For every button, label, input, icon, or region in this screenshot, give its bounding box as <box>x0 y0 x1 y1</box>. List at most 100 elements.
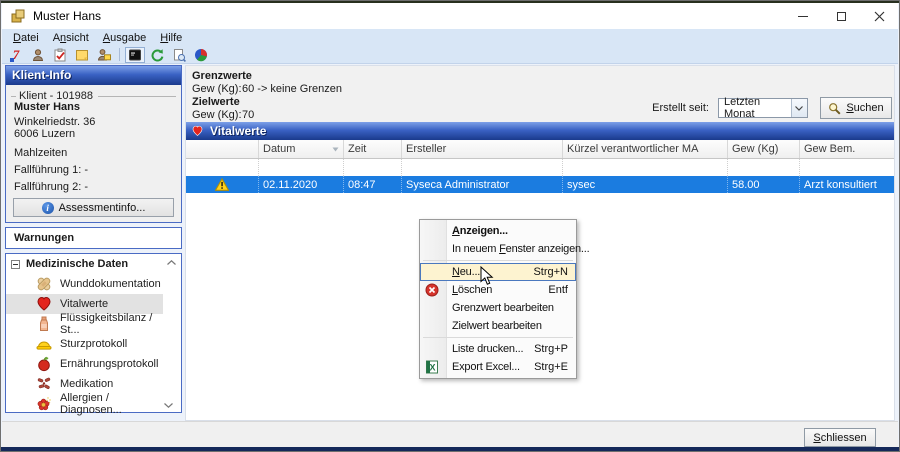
menu-item-export-excel[interactable]: X Export Excel... Strg+E <box>420 358 576 376</box>
heart-icon <box>36 296 52 312</box>
column-header-datum[interactable]: Datum <box>259 140 344 158</box>
row-zeit: 08:47 <box>344 176 402 193</box>
klient-info-panel: Klient-Info Klient - 101988 Muster Hans … <box>5 65 182 223</box>
tree-item-allergien[interactable]: Allergien / Diagnosen... <box>6 394 163 414</box>
tree-item-ernaehrungsprotokoll[interactable]: Ernährungsprotokoll <box>6 354 163 374</box>
tree-item-medikation[interactable]: Medikation <box>6 374 163 394</box>
person-badge-icon[interactable] <box>94 47 114 63</box>
row-gew: 58.00 <box>728 176 800 193</box>
svg-text:X: X <box>430 363 436 373</box>
menu-hilfe[interactable]: Hilfe <box>153 31 189 45</box>
erstellt-seit-combobox[interactable]: Letzten Monat <box>718 98 808 118</box>
menu-ansicht[interactable]: Ansicht <box>46 31 96 45</box>
menu-shortcut: Strg+E <box>524 361 568 373</box>
menu-item-zielwert-bearbeiten[interactable]: Zielwert bearbeiten <box>420 317 576 335</box>
column-header-zeit[interactable]: Zeit <box>344 140 402 158</box>
toolbar-separator <box>119 48 120 61</box>
close-button[interactable] <box>860 3 898 29</box>
zielwert-key: Gew (Kg): <box>192 109 242 122</box>
grid-empty-row <box>186 159 894 176</box>
pie-chart-icon[interactable] <box>191 47 211 63</box>
klient-meals-label: Mahlzeiten <box>14 147 175 159</box>
excel-icon: X <box>425 360 439 374</box>
grid-header-row: Datum Zeit Ersteller Kürzel verantwortli… <box>186 140 894 159</box>
delete-icon <box>425 283 439 297</box>
tree-item-vitalwerte[interactable]: Vitalwerte <box>6 294 163 314</box>
notes-icon[interactable] <box>72 47 92 63</box>
toolbar: 7 <box>2 46 898 64</box>
print-preview-icon[interactable] <box>169 47 189 63</box>
row-datum: 02.11.2020 <box>259 176 344 193</box>
suchen-button[interactable]: Suchen <box>820 97 892 119</box>
column-header-kuerzel[interactable]: Kürzel verantwortlicher MA <box>563 140 728 158</box>
menu-item-liste-drucken[interactable]: Liste drucken... Strg+P <box>420 340 576 358</box>
limits-block: Grenzwerte Gew (Kg): 60 -> keine Grenzen… <box>192 70 342 122</box>
tree-item-label: Ernährungsprotokoll <box>60 358 158 370</box>
window-controls <box>784 3 898 29</box>
row-ersteller: Syseca Administrator <box>402 176 563 193</box>
combobox-dropdown-button[interactable] <box>791 99 807 117</box>
bandage-icon <box>36 276 52 292</box>
maximize-icon <box>837 12 846 21</box>
assessmentinfo-button[interactable]: i Assessmentinfo... <box>13 198 174 217</box>
klient-info-header: Klient-Info <box>6 66 181 85</box>
scroll-up-icon[interactable] <box>167 260 176 265</box>
erstellt-seit-label: Erstellt seit: <box>641 102 709 114</box>
menu-item-neu[interactable]: Neu... Strg+N <box>420 263 576 281</box>
person-icon[interactable] <box>28 47 48 63</box>
row-kuerzel: sysec <box>563 176 728 193</box>
table-row-selected[interactable]: 02.11.2020 08:47 Syseca Administrator sy… <box>186 176 894 193</box>
warning-icon <box>215 178 229 191</box>
scroll-down-icon[interactable] <box>164 403 173 408</box>
tree-item-label: Medikation <box>60 378 113 390</box>
section-title: Vitalwerte <box>210 124 266 138</box>
combobox-value: Letzten Monat <box>724 96 791 120</box>
apple-icon <box>36 356 52 372</box>
menu-shortcut: Strg+P <box>524 343 568 355</box>
tree-item-label: Sturzprotokoll <box>60 338 127 350</box>
window-top-edge <box>1 1 899 3</box>
tree-item-label: Allergien / Diagnosen... <box>60 392 163 416</box>
column-header-ersteller[interactable]: Ersteller <box>402 140 563 158</box>
menubar: Datei Ansicht Ausgabe Hilfe <box>2 29 898 46</box>
menu-separator <box>423 260 573 261</box>
chevron-down-icon <box>795 106 803 111</box>
vitalwerte-section-bar: Vitalwerte <box>186 122 894 140</box>
column-header-status[interactable] <box>186 140 259 158</box>
app-window: Muster Hans Datei Ansicht Ausgabe Hilfe … <box>0 0 900 452</box>
menu-datei[interactable]: Datei <box>6 31 46 45</box>
titlebar: Muster Hans <box>2 3 898 29</box>
window-bottom-edge <box>1 447 899 451</box>
tree-item-label: Flüssigkeitsbilanz / St... <box>60 312 163 336</box>
warnings-panel: Warnungen <box>5 227 182 249</box>
seven-logo-icon[interactable]: 7 <box>6 47 26 63</box>
klient-fallfuehrung-1: Fallführung 1: - <box>14 164 175 176</box>
zielwert-value: 70 <box>242 109 254 122</box>
tree-item-label: Vitalwerte <box>60 298 108 310</box>
row-gew-bem: Arzt konsultiert <box>800 176 894 193</box>
menu-item-in-neuem-fenster[interactable]: In neuem Fenster anzeigen... <box>420 240 576 258</box>
app-icon <box>10 8 26 24</box>
tree-item-wunddokumentation[interactable]: Wunddokumentation <box>6 274 163 294</box>
grenzwert-value: 60 -> keine Grenzen <box>242 83 342 96</box>
menu-item-loeschen[interactable]: Löschen Entf <box>420 281 576 299</box>
column-header-gew[interactable]: Gew (Kg) <box>728 140 800 158</box>
tree-item-sturzprotokoll[interactable]: Sturzprotokoll <box>6 334 163 354</box>
minimize-button[interactable] <box>784 3 822 29</box>
refresh-icon[interactable] <box>147 47 167 63</box>
terminal-icon[interactable] <box>125 47 145 63</box>
klient-address-2: 6006 Luzern <box>14 128 175 140</box>
menu-item-grenzwert-bearbeiten[interactable]: Grenzwert bearbeiten <box>420 299 576 317</box>
clipboard-check-icon[interactable] <box>50 47 70 63</box>
close-icon <box>874 11 885 22</box>
menu-shortcut: Entf <box>538 284 568 296</box>
menu-ausgabe[interactable]: Ausgabe <box>96 31 153 45</box>
heart-icon <box>191 125 204 137</box>
tree-item-fluessigkeitsbilanz[interactable]: Flüssigkeitsbilanz / St... <box>6 314 163 334</box>
maximize-button[interactable] <box>822 3 860 29</box>
schliessen-button[interactable]: Schliessen <box>804 428 876 447</box>
warnings-header: Warnungen <box>14 232 74 244</box>
collapse-icon[interactable] <box>11 260 20 269</box>
column-header-gew-bem[interactable]: Gew Bem. <box>800 140 894 158</box>
menu-item-anzeigen[interactable]: Anzeigen... <box>420 222 576 240</box>
